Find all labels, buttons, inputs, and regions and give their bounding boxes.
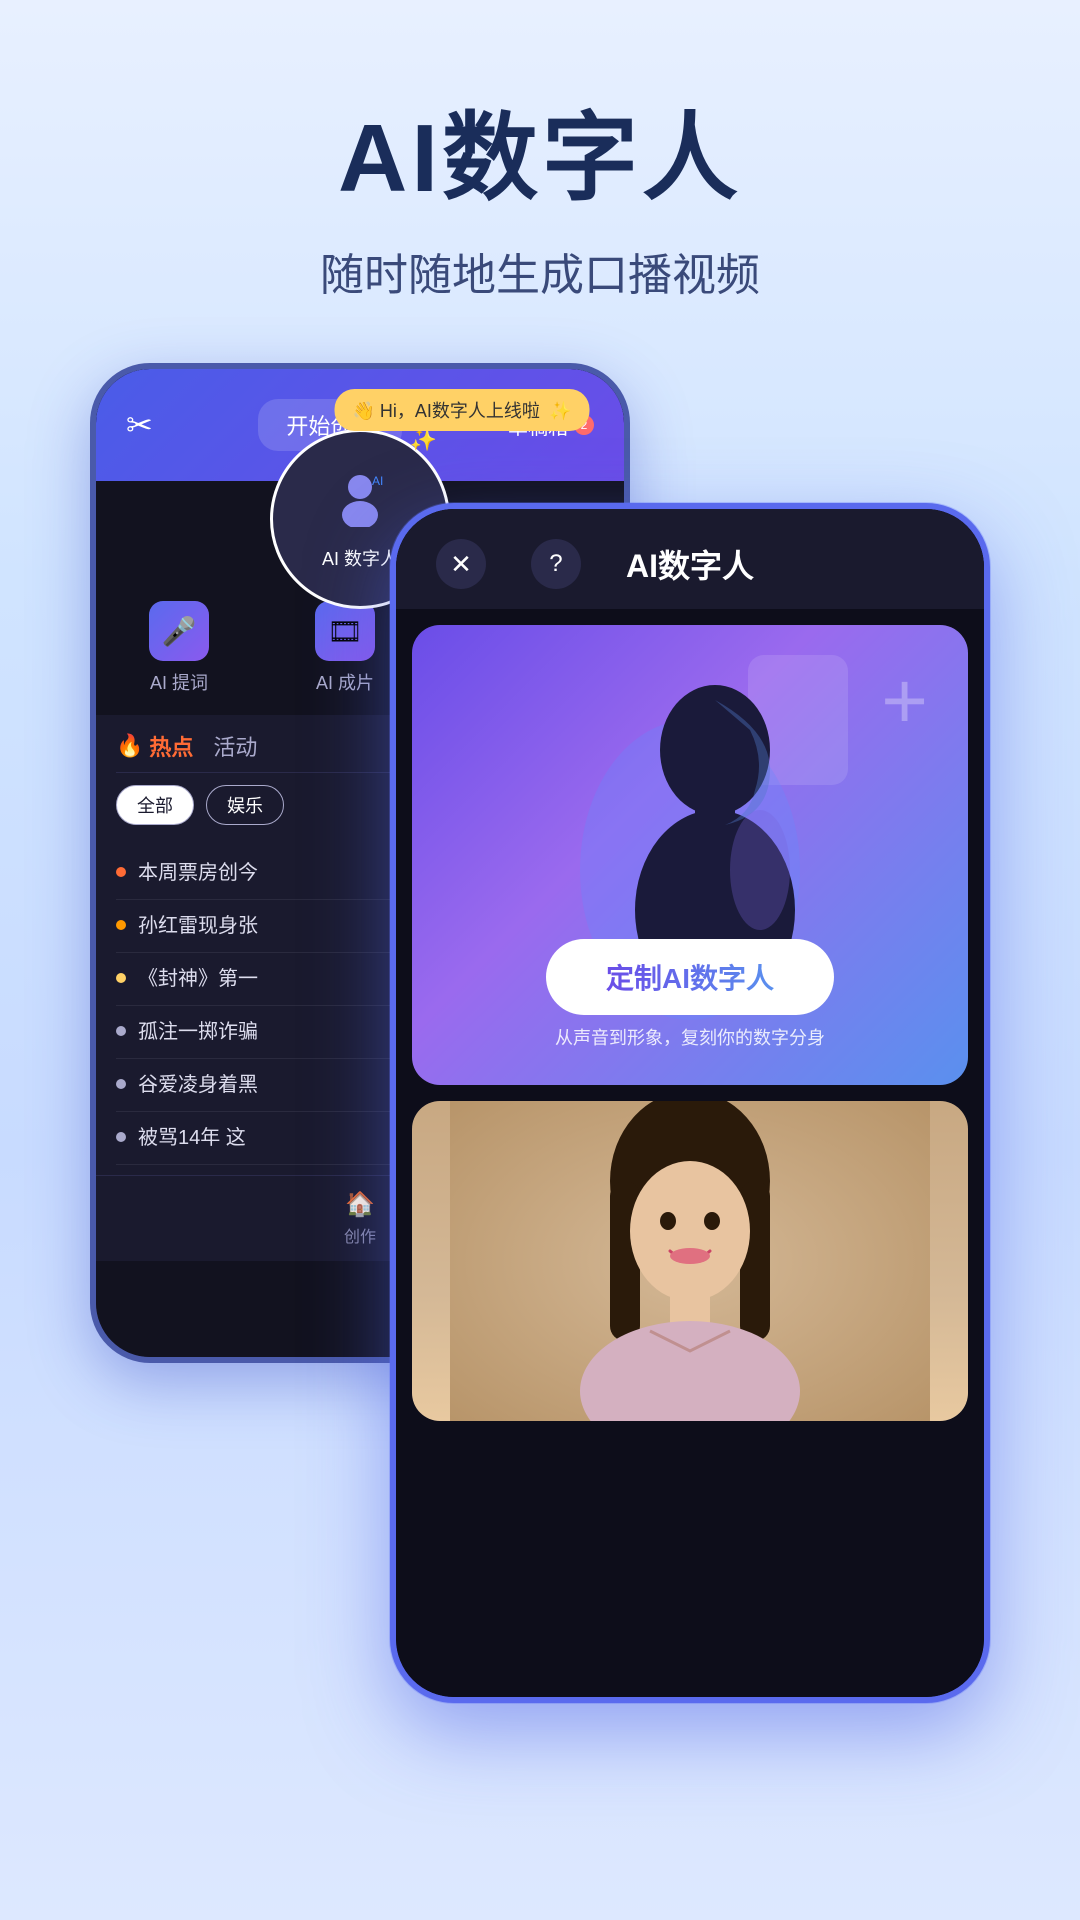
popup-text: 👋 Hi，AI数字人上线啦	[353, 401, 540, 421]
ai-circle-label: AI 数字人	[322, 545, 398, 571]
tab-activity[interactable]: 活动	[213, 730, 257, 762]
tool-item-ai-video[interactable]: 🎞 AI 成片	[315, 601, 375, 695]
news-text-1: 本周票房创今	[138, 859, 258, 887]
news-text-3: 《封神》第一	[138, 965, 258, 993]
popup-notification: 👋 Hi，AI数字人上线啦	[335, 389, 590, 431]
svg-text:AI: AI	[372, 474, 383, 488]
news-dot-2	[116, 920, 126, 930]
presenter-area	[412, 1101, 968, 1421]
page-title: AI数字人	[338, 80, 742, 219]
scissors-icon: ✂	[126, 406, 153, 444]
phone-front: ✕ ? AI数字人 +	[390, 503, 990, 1703]
ai-video-icon: 🎞	[315, 601, 375, 661]
nav-create[interactable]: 🏠 创作	[344, 1190, 376, 1247]
news-dot-1	[116, 867, 126, 877]
category-all[interactable]: 全部	[116, 785, 194, 825]
fire-icon: 🔥	[116, 733, 143, 759]
customize-btn-text: 定制AI数字人	[606, 963, 774, 994]
news-text-4: 孤注一掷诈骗	[138, 1018, 258, 1046]
tool-item-ai-teleprompter[interactable]: 🎤 AI 提词	[149, 601, 209, 695]
news-dot-6	[116, 1132, 126, 1142]
help-button[interactable]: ?	[531, 539, 581, 589]
tab-hot[interactable]: 🔥 热点	[116, 730, 193, 762]
ai-avatar-icon: AI	[330, 467, 390, 539]
ai-video-label: AI 成片	[316, 669, 374, 695]
ai-hero-area: +	[412, 625, 968, 1085]
page: AI数字人 随时随地生成口播视频 👋 Hi，AI数字人上线啦 ✂ 开始创作 草稿…	[0, 0, 1080, 1920]
news-text-2: 孙红雷现身张	[138, 912, 258, 940]
hot-label: 热点	[149, 730, 193, 762]
ai-teleprompter-label: AI 提词	[150, 669, 208, 695]
page-subtitle: 随时随地生成口播视频	[320, 239, 760, 303]
news-dot-3	[116, 973, 126, 983]
ai-teleprompter-icon: 🎤	[149, 601, 209, 661]
news-text-6: 被骂14年 这	[138, 1124, 246, 1152]
silhouette-container	[412, 625, 968, 1085]
activity-label: 活动	[213, 730, 257, 762]
category-entertainment[interactable]: 娱乐	[206, 785, 284, 825]
front-phone-title: AI数字人	[626, 541, 754, 587]
phones-container: 👋 Hi，AI数字人上线啦 ✂ 开始创作 草稿箱 2 ✨	[90, 363, 990, 1743]
presenter-svg	[450, 1101, 930, 1421]
news-dot-4	[116, 1026, 126, 1036]
close-button[interactable]: ✕	[436, 539, 486, 589]
phone-front-inner: ✕ ? AI数字人 +	[396, 509, 984, 1697]
customize-subtitle: 从声音到形象，复刻你的数字分身	[412, 1024, 968, 1050]
news-dot-5	[116, 1079, 126, 1089]
front-header: ✕ ? AI数字人	[396, 509, 984, 609]
customize-button[interactable]: 定制AI数字人	[546, 939, 834, 1015]
news-text-5: 谷爱凌身着黑	[138, 1071, 258, 1099]
create-icon: 🏠	[345, 1190, 375, 1219]
create-label: 创作	[344, 1223, 376, 1247]
